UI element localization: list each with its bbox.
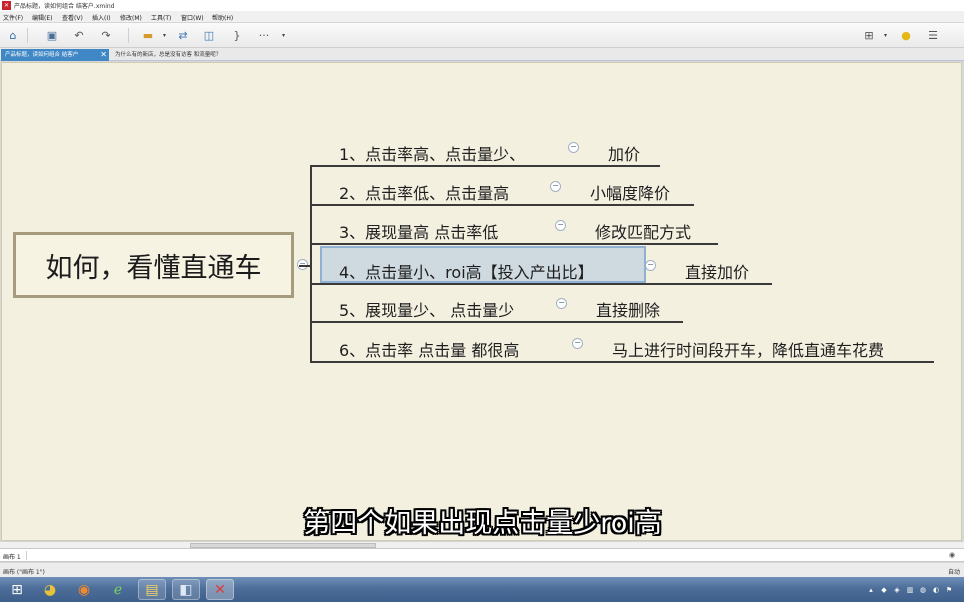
branch-topic-3[interactable]: 3、展现量高 点击率低 [339,219,498,243]
windows-start-icon[interactable]: ⊞ [3,579,31,600]
topic-dropdown-icon[interactable]: ▾ [163,32,166,39]
tab-active-label: 产品标题，读如何组合 结客户 [5,52,79,58]
tab-active[interactable]: 产品标题，读如何组合 结客户 ✕ [1,49,109,61]
taskbar: ⊞ ◕ ◉ ℯ ▤ ◧ ✕ ▴ ◆ ◈ ▥ ◍ ◐ ⚑ [0,577,964,602]
undo-icon[interactable]: ↶ [71,28,87,43]
ie-icon[interactable]: ℯ [104,579,132,600]
topic-icon[interactable]: ▬ [140,28,156,43]
notepad-icon[interactable]: ▤ [138,579,166,600]
child-topic-4[interactable]: 直接加价 [685,259,749,283]
tray-shield-icon[interactable]: ◆ [880,586,888,594]
horizontal-scrollbar[interactable] [0,541,964,548]
eye-icon[interactable]: ◉ [947,551,957,560]
topic-underline [310,204,694,206]
central-topic[interactable]: 如何，看懂直通车 [13,232,294,298]
window-manager-icon[interactable]: ◧ [172,579,200,600]
menu-tools[interactable]: 工具(T) [151,13,171,22]
branch-topic-4[interactable]: 4、点击量小、roi高【投入产出比】 [339,259,594,283]
editor-tab-bar: 产品标题，读如何组合 结客户 ✕ 为什么有的新店，总是没有访客 和流量呢？ [0,48,964,61]
redo-icon[interactable]: ↷ [98,28,114,43]
sheet-filter-field[interactable] [26,551,938,560]
tray-app-icon[interactable]: ◍ [919,586,927,594]
sheet-bar: 画布 1 ◉ [0,548,964,562]
toolbar: ⌂ ▣ ↶ ↷ ▬ ▾ ⇄ ◫ } ··· ▾ ⊞ ▾ ● ☰ [0,23,964,48]
child-topic-5[interactable]: 直接删除 [596,297,660,321]
topic-underline [310,361,934,363]
structure-icon[interactable]: ⊞ [861,28,877,43]
child-topic-6[interactable]: 马上进行时间段开车，降低直通车花费 [612,337,884,361]
topic-underline [310,321,683,323]
collapse-icon[interactable]: − [568,142,579,153]
menu-help[interactable]: 帮助(H) [212,13,233,22]
firefox-icon[interactable]: ◉ [70,579,98,600]
sheet-tab[interactable]: 画布 1 [3,552,21,561]
save-icon[interactable]: ▣ [44,28,60,43]
child-topic-1[interactable]: 加价 [608,141,640,165]
topic-underline [310,283,772,285]
tab-inactive[interactable]: 为什么有的新店，总是没有访客 和流量呢？ [111,49,225,61]
status-right-text: 自动 [947,569,960,576]
relationship-icon[interactable]: ⇄ [175,28,191,43]
menu-insert[interactable]: 插入(I) [92,13,110,22]
topic-underline [310,165,660,167]
topic-underline [310,243,718,245]
tray-arrow-icon[interactable]: ▴ [867,586,875,594]
outline-icon[interactable]: ☰ [925,28,941,43]
status-bar: 画布 ("画布 1") 自动 [0,563,964,577]
toolbar-separator [128,28,129,43]
branch-topic-2[interactable]: 2、点击率低、点击量高 [339,180,509,204]
video-subtitle: 第四个如果出现点击量少roi高 [303,508,662,539]
window-title: 产品标题，读如何组合 结客户.xmind [14,3,115,10]
mindmap-canvas[interactable]: 如何，看懂直通车 − 1、点击率高、点击量少、 − 加价 2、点击率低、点击量高… [1,62,962,541]
menu-window[interactable]: 窗口(W) [181,13,204,22]
tray-volume-icon[interactable]: ◐ [932,586,940,594]
collapse-icon[interactable]: − [572,338,583,349]
branch-topic-1[interactable]: 1、点击率高、点击量少、 [339,141,525,165]
xmind-taskbar-icon[interactable]: ✕ [206,579,234,600]
status-text: 画布 ("画布 1") [3,569,45,576]
chrome-icon[interactable]: ◕ [36,579,64,600]
tray-security-icon[interactable]: ◈ [893,586,901,594]
summary-icon[interactable]: } [229,28,245,43]
boundary-icon[interactable]: ◫ [201,28,217,43]
tray-flag-icon[interactable]: ⚑ [945,586,953,594]
collapse-icon[interactable]: − [645,260,656,271]
idea-icon[interactable]: ● [898,28,914,43]
menu-view[interactable]: 查看(V) [62,13,83,22]
structure-dropdown-icon[interactable]: ▾ [884,32,887,39]
menu-file[interactable]: 文件(F) [3,13,23,22]
menu-modify[interactable]: 修改(M) [120,13,142,22]
title-bar: ✕ 产品标题，读如何组合 结客户.xmind [0,0,964,11]
collapse-icon[interactable]: − [555,220,566,231]
close-icon[interactable]: ✕ [100,49,107,61]
child-topic-3[interactable]: 修改匹配方式 [595,219,691,243]
toolbar-separator [27,28,28,43]
collapse-icon[interactable]: − [550,181,561,192]
more-icon[interactable]: ··· [256,28,272,43]
xmind-icon: ✕ [2,1,11,10]
more-dropdown-icon[interactable]: ▾ [282,32,285,39]
branch-topic-6[interactable]: 6、点击率 点击量 都很高 [339,337,519,361]
child-topic-2[interactable]: 小幅度降价 [590,180,670,204]
connector-line [310,167,312,362]
menu-bar: 文件(F) 编辑(E) 查看(V) 插入(I) 修改(M) 工具(T) 窗口(W… [0,11,964,23]
tray-network-icon[interactable]: ▥ [906,586,914,594]
home-icon[interactable]: ⌂ [5,28,21,43]
collapse-icon[interactable]: − [556,298,567,309]
menu-edit[interactable]: 编辑(E) [32,13,52,22]
branch-topic-5[interactable]: 5、展现量少、 点击量少 [339,297,514,321]
